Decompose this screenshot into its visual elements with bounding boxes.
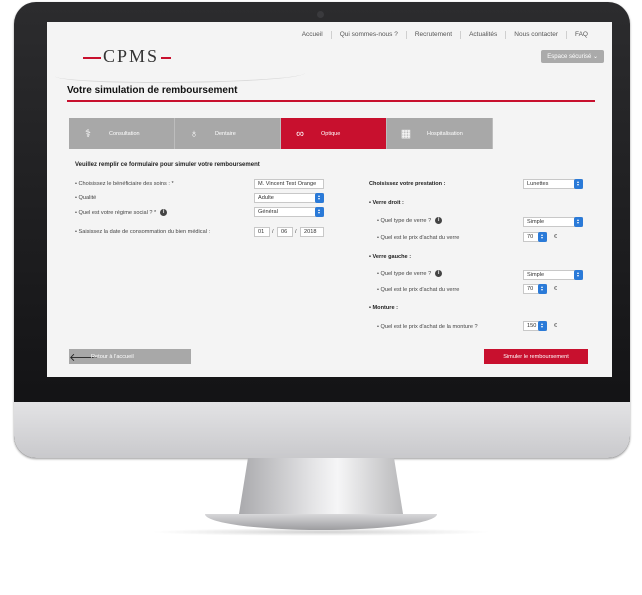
hospital-icon: ▦	[400, 128, 412, 140]
currency-label: €	[554, 323, 558, 329]
stepper-icon	[538, 232, 547, 242]
regime-label: • Quel est votre régime social ? *	[75, 209, 157, 216]
logo[interactable]: CPMS	[83, 46, 172, 67]
monture-price-value: 150	[527, 323, 537, 329]
stepper-icon	[538, 321, 547, 331]
monitor-stand	[238, 458, 404, 520]
select-arrow-icon	[574, 217, 583, 227]
nav-nous-contacter[interactable]: Nous contacter	[505, 31, 566, 39]
vg-type-select[interactable]: Simple	[523, 270, 583, 280]
vd-type-label: • Quel type de verre ?	[377, 217, 432, 224]
info-icon[interactable]: i	[435, 217, 443, 224]
tab-hospitalisation[interactable]: ▦ Hospitalisation	[387, 118, 493, 149]
tab-label: Dentaire	[215, 130, 236, 137]
beneficiary-label: • Choisissez le bénéficiaire des soins :…	[75, 181, 174, 187]
tab-label: Consultation	[109, 130, 140, 137]
vg-type-row: • Quel type de verre ? i	[377, 270, 443, 277]
select-arrow-icon	[315, 207, 324, 217]
vd-price-field[interactable]: 70	[523, 232, 547, 242]
quality-select[interactable]: Adulte	[254, 193, 324, 203]
vd-price-value: 70	[527, 234, 534, 240]
glasses-icon: ∞	[296, 127, 304, 140]
date-month-field[interactable]: 06	[277, 227, 293, 237]
info-icon[interactable]: i	[435, 270, 443, 277]
secure-space-button[interactable]: Espace sécurisé ⌄	[541, 50, 604, 63]
date-day-field[interactable]: 01	[254, 227, 270, 237]
form-heading: Veuillez remplir ce formulaire pour simu…	[75, 162, 260, 168]
camera-icon	[317, 11, 324, 18]
beneficiary-field[interactable]: M. Vincent Test Orange	[254, 179, 324, 189]
tab-optique[interactable]: ∞ Optique	[281, 118, 387, 149]
title-divider	[67, 100, 595, 102]
date-separator: /	[272, 229, 274, 235]
vd-type-row: • Quel type de verre ? i	[377, 217, 443, 224]
verre-gauche-heading: • Verre gauche :	[369, 254, 412, 260]
quality-label: • Qualité	[75, 195, 97, 201]
monture-price-label: • Quel est le prix d'achat de la monture…	[377, 324, 478, 330]
nav-recrutement[interactable]: Recrutement	[405, 31, 460, 39]
vg-type-label: • Quel type de verre ?	[377, 270, 432, 277]
vd-price-label: • Quel est le prix d'achat du verre	[377, 235, 460, 241]
stethoscope-icon: ⚕	[85, 128, 91, 140]
tooth-icon: ♁	[189, 127, 199, 140]
secure-space-label: Espace sécurisé	[547, 54, 592, 60]
regime-label-row: • Quel est votre régime social ? * i	[75, 209, 168, 216]
info-icon[interactable]: i	[160, 209, 168, 216]
vg-type-value: Simple	[527, 272, 545, 278]
vg-price-label: • Quel est le prix d'achat du verre	[377, 287, 460, 293]
vd-type-select[interactable]: Simple	[523, 217, 583, 227]
stepper-icon	[538, 284, 547, 294]
page-title: Votre simulation de remboursement	[67, 85, 238, 96]
monitor-chin	[14, 402, 630, 458]
vd-type-value: Simple	[527, 219, 545, 225]
select-arrow-icon	[574, 270, 583, 280]
top-navigation: Accueil Qui sommes-nous ? Recrutement Ac…	[294, 31, 596, 39]
nav-actualites[interactable]: Actualités	[460, 31, 505, 39]
currency-label: €	[554, 234, 558, 240]
logo-text: CPMS	[103, 46, 160, 66]
tab-dentaire[interactable]: ♁ Dentaire	[175, 118, 281, 149]
date-year-field[interactable]: 2018	[300, 227, 324, 237]
regime-select[interactable]: Général	[254, 207, 324, 217]
tab-label: Hospitalisation	[427, 130, 463, 137]
logo-swoosh	[55, 66, 305, 83]
select-arrow-icon	[315, 193, 324, 203]
select-arrow-icon	[574, 179, 583, 189]
tab-label: Optique	[321, 130, 341, 137]
vg-price-field[interactable]: 70	[523, 284, 547, 294]
chevron-down-icon: ⌄	[592, 54, 598, 60]
back-home-label: Retour à l'accueil	[91, 353, 134, 360]
arrow-left-icon: 🡐	[69, 351, 99, 364]
tab-bar: ⚕ Consultation ♁ Dentaire ∞ Optique ▦ Hospit…	[69, 118, 493, 149]
monture-heading: • Monture :	[369, 305, 398, 311]
nav-faq[interactable]: FAQ	[565, 31, 596, 39]
nav-accueil[interactable]: Accueil	[294, 31, 331, 39]
quality-value: Adulte	[258, 195, 274, 201]
prestation-select[interactable]: Lunettes	[523, 179, 583, 189]
monture-price-field[interactable]: 150	[523, 321, 547, 331]
vg-price-value: 70	[527, 286, 534, 292]
screen: Accueil Qui sommes-nous ? Recrutement Ac…	[47, 22, 612, 377]
back-home-button[interactable]: 🡐 Retour à l'accueil	[69, 349, 191, 364]
date-label: • Saisissez la date de consommation du b…	[75, 229, 211, 235]
simulate-button[interactable]: Simuler le remboursement	[484, 349, 588, 364]
prestation-label: Choisissez votre prestation :	[369, 181, 446, 187]
nav-qui-sommes-nous[interactable]: Qui sommes-nous ?	[330, 31, 406, 39]
prestation-value: Lunettes	[527, 181, 549, 187]
tab-consultation[interactable]: ⚕ Consultation	[69, 118, 175, 149]
date-separator: /	[295, 229, 297, 235]
verre-droit-heading: • Verre droit :	[369, 200, 404, 206]
regime-value: Général	[258, 209, 278, 215]
currency-label: €	[554, 286, 558, 292]
